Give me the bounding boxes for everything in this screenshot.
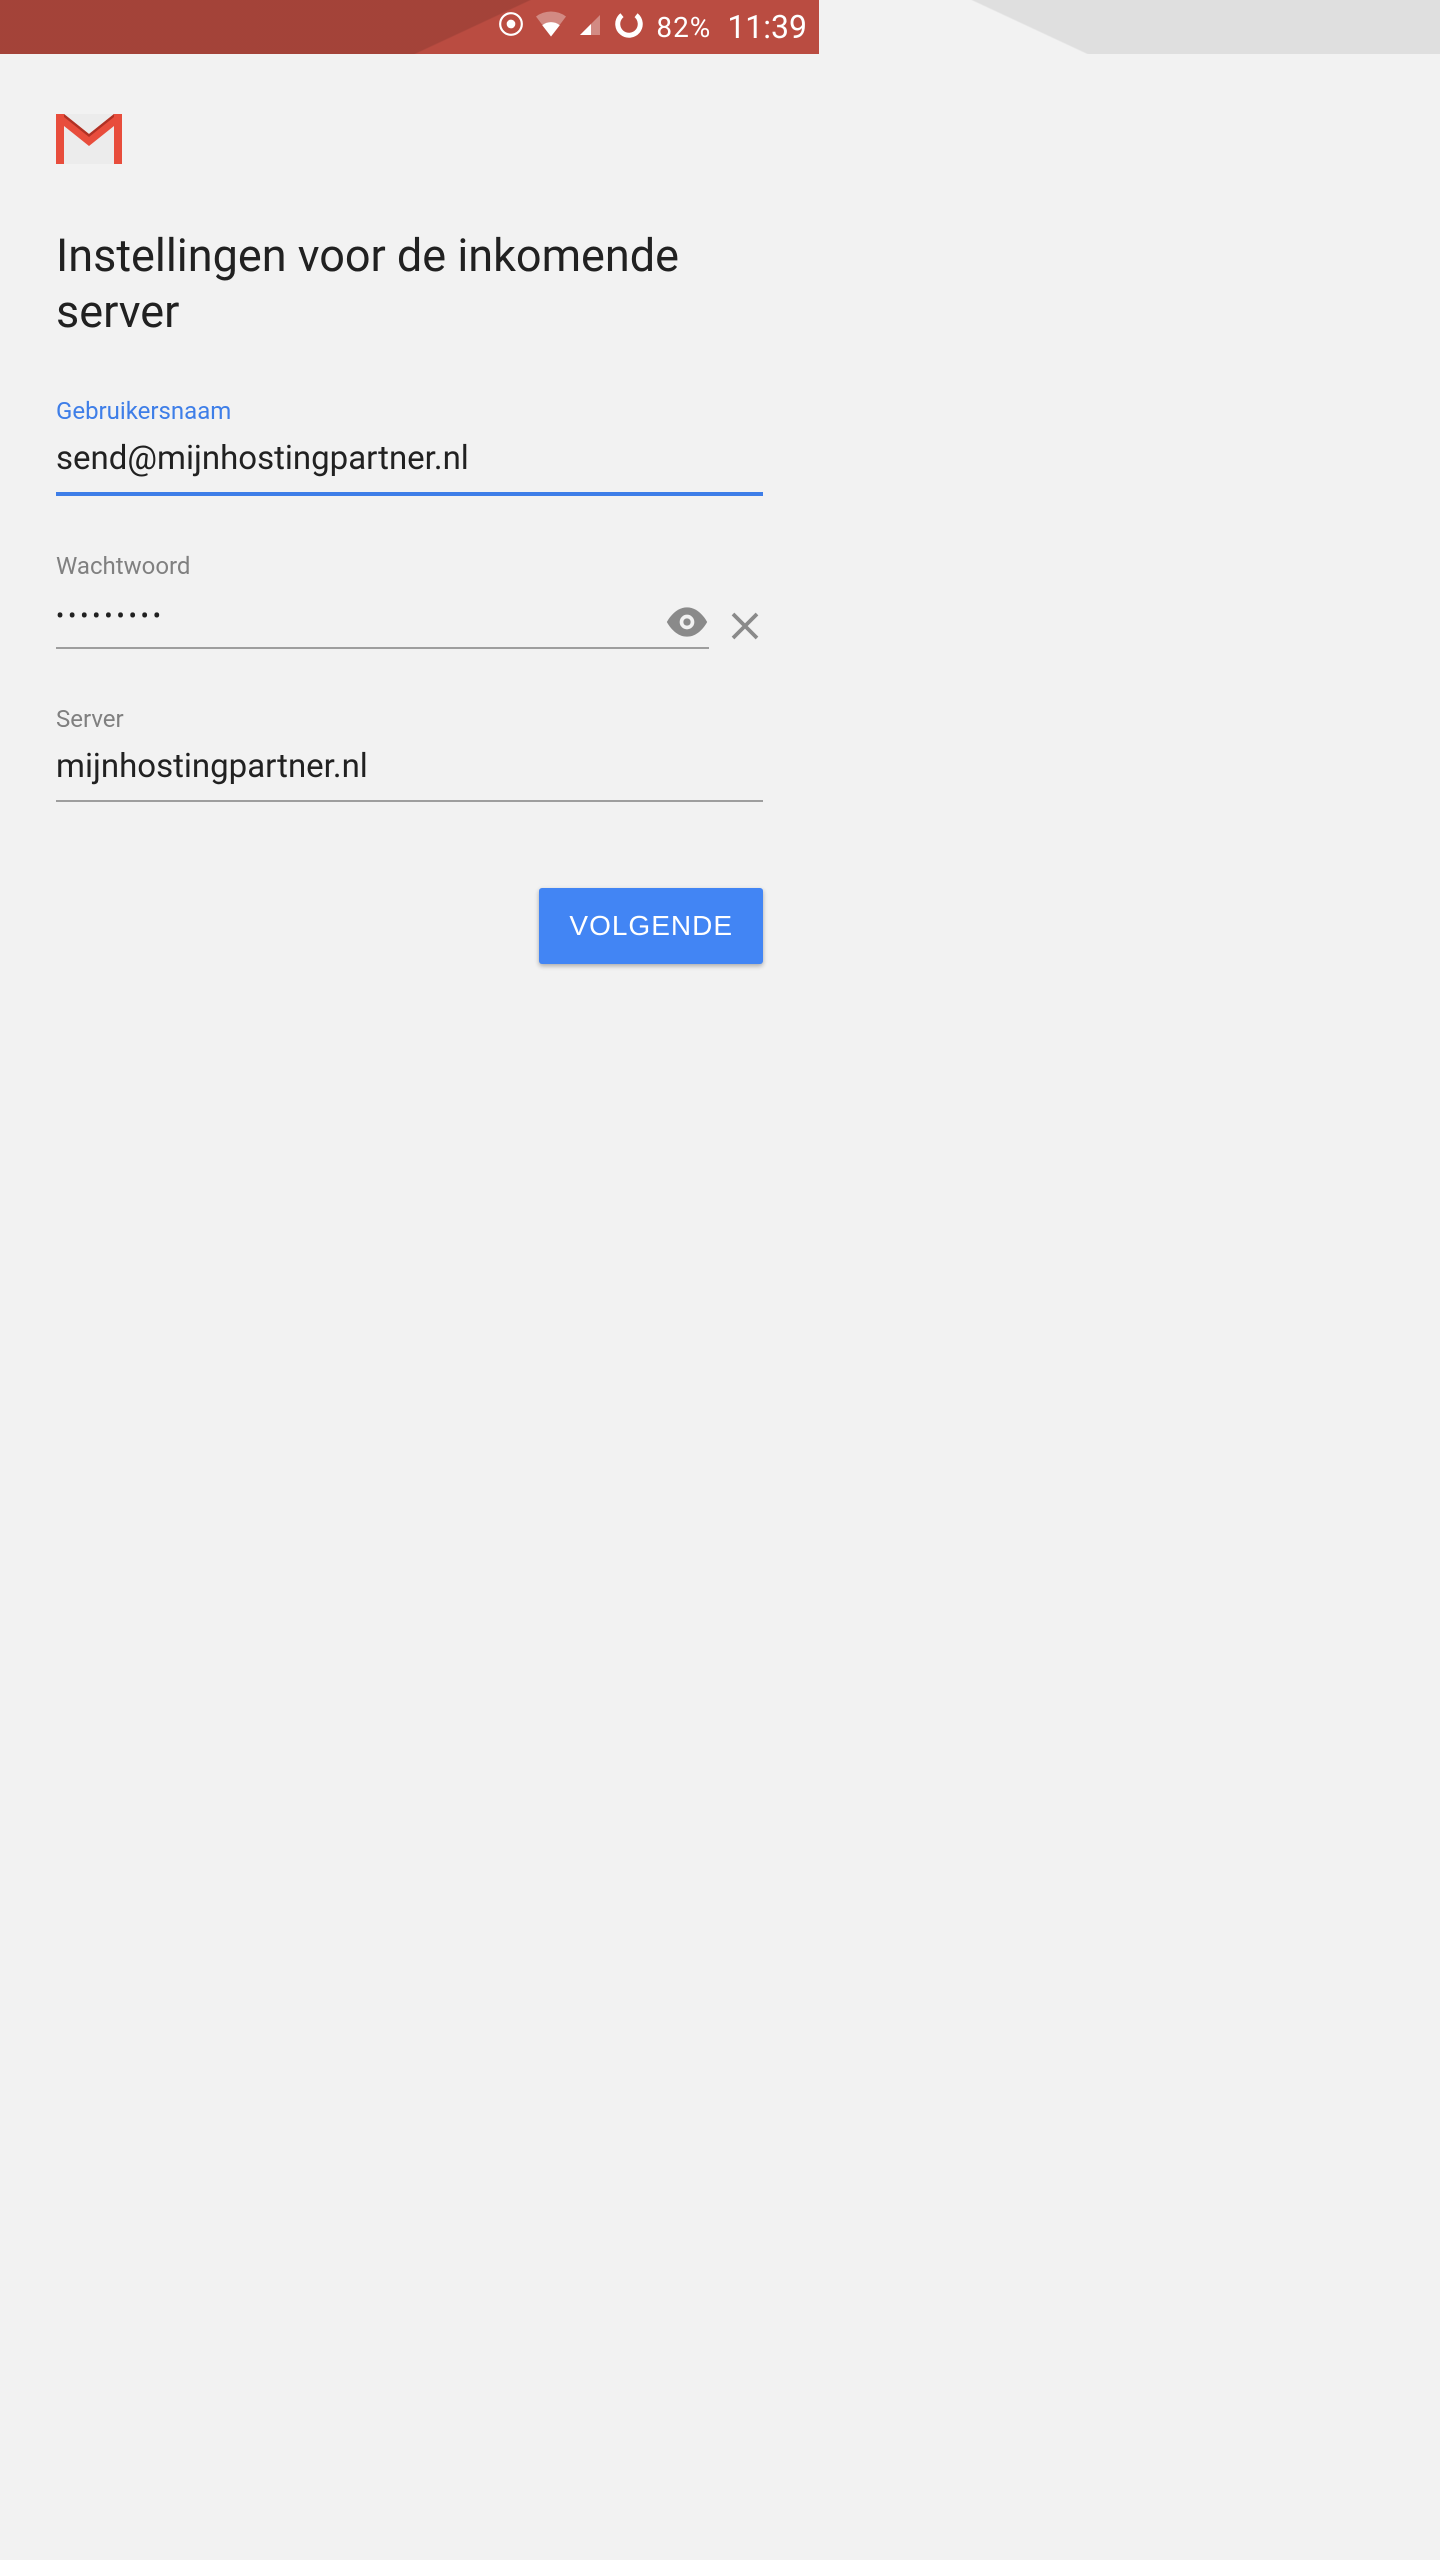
next-button[interactable]: VOLGENDE	[539, 888, 763, 964]
clear-password-icon[interactable]	[727, 588, 763, 648]
username-input[interactable]: send@mijnhostingpartner.nl	[56, 433, 763, 496]
password-input[interactable]: •••••••••	[56, 588, 709, 649]
server-field: Server mijnhostingpartner.nl	[56, 705, 763, 802]
username-field: Gebruikersnaam send@mijnhostingpartner.n…	[56, 397, 763, 496]
password-field: Wachtwoord •••••••••	[56, 552, 763, 649]
page-content: Instellingen voor de inkomende server Ge…	[0, 54, 819, 802]
password-mask: •••••••••	[56, 602, 165, 630]
server-label: Server	[56, 705, 763, 733]
page-title: Instellingen voor de inkomende server	[56, 228, 763, 341]
battery-text: 82%	[656, 11, 711, 44]
statusbar-bg-deco	[0, 0, 1440, 54]
show-password-icon[interactable]	[665, 607, 709, 641]
username-label: Gebruikersnaam	[56, 397, 763, 425]
wifi-icon	[536, 11, 566, 44]
cell-icon	[578, 11, 602, 44]
status-bar: 82% 11:39	[0, 0, 819, 54]
clock-text: 11:39	[727, 8, 807, 46]
server-input[interactable]: mijnhostingpartner.nl	[56, 741, 763, 802]
password-label: Wachtwoord	[56, 552, 763, 580]
gmail-logo-icon	[56, 114, 763, 168]
loading-ring-icon	[614, 9, 644, 46]
dnd-icon	[498, 11, 524, 44]
